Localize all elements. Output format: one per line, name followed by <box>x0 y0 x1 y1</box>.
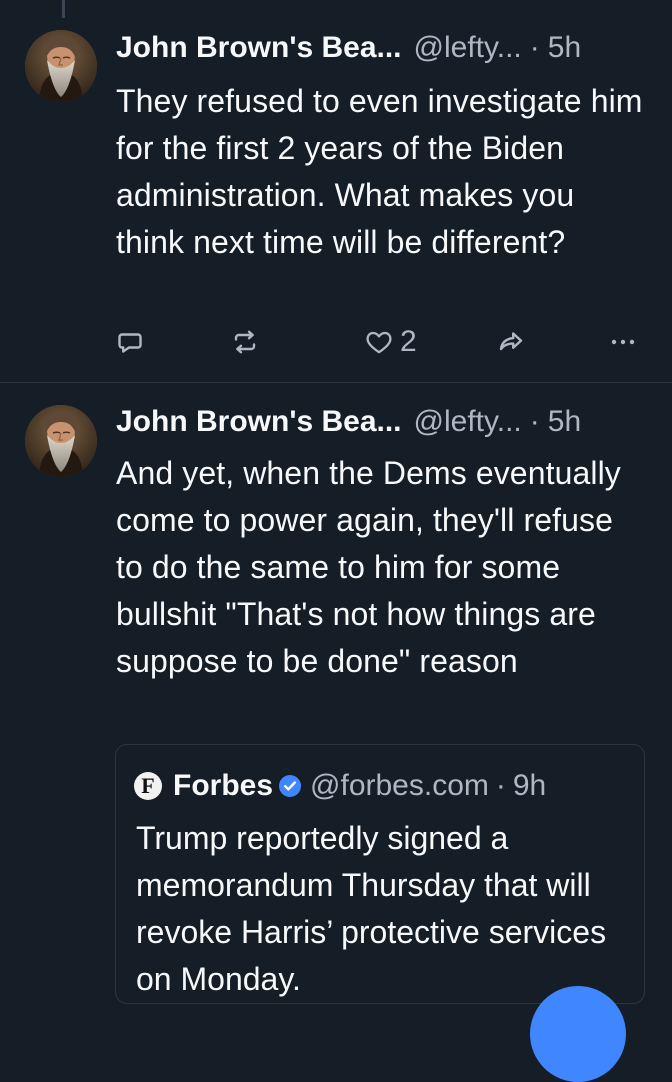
author-avatar[interactable] <box>25 405 97 477</box>
quoted-post-text: Trump reportedly signed a memorandum Thu… <box>136 820 607 997</box>
author-name[interactable]: John Brown's Bea... <box>116 405 402 439</box>
post-actions: 2 <box>116 322 642 362</box>
author-avatar[interactable] <box>25 30 97 102</box>
share-button[interactable] <box>496 322 526 362</box>
forbes-logo-icon[interactable]: F <box>134 772 162 800</box>
more-options-button[interactable] <box>609 322 637 362</box>
reply-button[interactable] <box>116 322 144 362</box>
share-icon <box>499 332 523 351</box>
post-text: And yet, when the Dems eventually come t… <box>116 455 621 679</box>
post-meta: John Brown's Bea... @lefty... · 5h <box>116 402 646 442</box>
repost-button[interactable] <box>231 322 259 362</box>
quoted-post-meta: F Forbes @forbes.com · 9h <box>134 766 546 806</box>
meta-separator: · <box>529 31 540 64</box>
post-time[interactable]: 5h <box>548 405 581 439</box>
like-count: 2 <box>400 325 417 358</box>
author-handle[interactable]: @lefty... <box>414 405 522 439</box>
quoted-meta-separator: · <box>495 769 506 802</box>
post-meta: John Brown's Bea... @lefty... · 5h <box>116 28 646 68</box>
reply-icon <box>118 333 142 353</box>
quoted-author-name[interactable]: Forbes <box>173 769 273 803</box>
more-icon <box>611 339 635 345</box>
post-text: They refused to even investigate him for… <box>116 83 643 260</box>
quoted-post-time[interactable]: 9h <box>513 769 546 803</box>
like-button[interactable]: 2 <box>364 322 417 362</box>
meta-separator: · <box>529 405 540 438</box>
author-handle[interactable]: @lefty... <box>414 31 522 65</box>
quoted-post-card[interactable]: F Forbes @forbes.com · 9h Trump reported… <box>115 744 645 1004</box>
quoted-author-handle[interactable]: @forbes.com <box>310 769 489 803</box>
author-name[interactable]: John Brown's Bea... <box>116 31 402 65</box>
verified-badge-icon <box>279 775 302 797</box>
post-card[interactable]: John Brown's Bea... @lefty... · 5h They … <box>0 0 672 383</box>
heart-icon <box>366 331 392 354</box>
repost-icon <box>234 330 256 354</box>
post-time[interactable]: 5h <box>548 31 581 65</box>
compose-button[interactable] <box>530 986 626 1082</box>
